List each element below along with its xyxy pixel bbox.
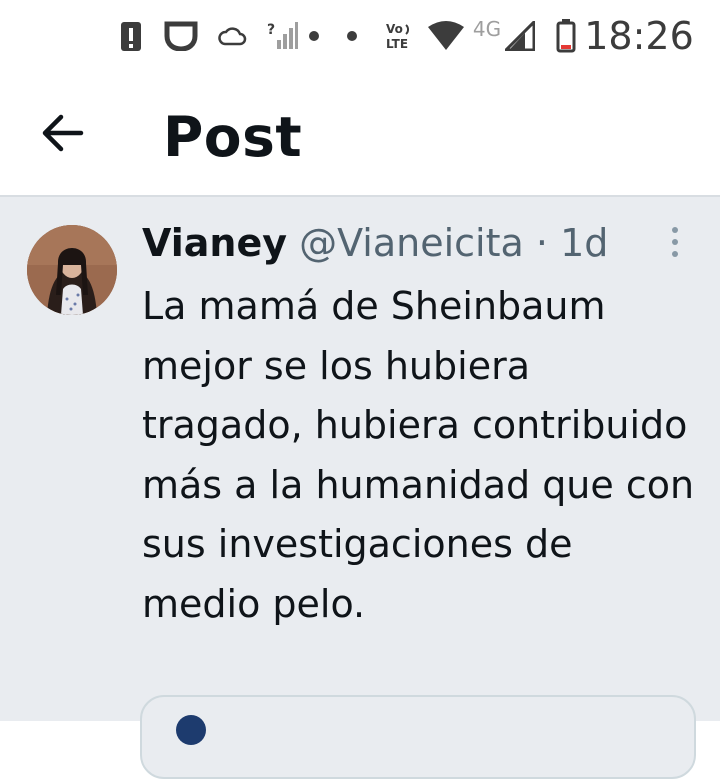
arrow-left-icon xyxy=(41,113,85,158)
svg-text:?: ? xyxy=(267,22,275,38)
separator-dot: · xyxy=(535,221,548,265)
status-bar: ? Vo LTE 4G 18:26 xyxy=(0,0,720,75)
post-card[interactable]: Vianey @Vianeicita · 1d La mamá de Shein… xyxy=(0,197,720,779)
battery-icon xyxy=(554,14,578,58)
network-type-label: 4G xyxy=(472,17,502,41)
more-options-button[interactable] xyxy=(660,225,690,259)
no-signal-icon: ? xyxy=(266,14,300,58)
status-time: 18:26 xyxy=(584,14,694,58)
app-header: Post xyxy=(0,75,720,195)
wifi-icon xyxy=(426,14,466,58)
svg-text:Vo: Vo xyxy=(386,22,403,36)
dot-icon xyxy=(344,14,360,58)
signal-icon xyxy=(504,14,536,58)
svg-text:LTE: LTE xyxy=(386,37,408,51)
page-title: Post xyxy=(163,105,303,169)
dot-icon xyxy=(306,14,322,58)
quoted-post-avatar xyxy=(176,715,206,745)
back-button[interactable] xyxy=(36,113,90,157)
volte-icon: Vo LTE xyxy=(380,14,420,58)
notification-shield-icon xyxy=(162,14,200,58)
alert-icon xyxy=(118,14,144,58)
cloud-icon xyxy=(216,14,248,58)
post-text: La mamá de Sheinbaum mejor se los hubier… xyxy=(142,284,695,626)
post-time[interactable]: 1d xyxy=(560,221,608,265)
post-author-line: Vianey @Vianeicita · 1d xyxy=(142,221,608,265)
author-handle[interactable]: @Vianeicita xyxy=(299,221,524,265)
more-vertical-icon xyxy=(672,227,678,233)
quoted-post-card[interactable] xyxy=(140,695,696,779)
author-name[interactable]: Vianey xyxy=(142,221,287,265)
avatar[interactable] xyxy=(27,225,117,315)
